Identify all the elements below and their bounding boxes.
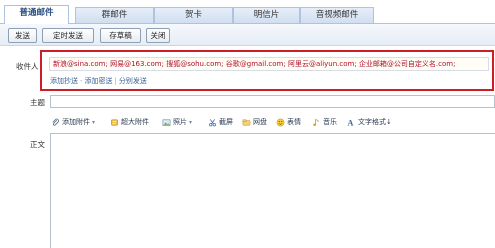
svg-text:A: A (347, 118, 353, 126)
tab-av-mail[interactable]: 音视频邮件 (300, 7, 374, 23)
tab-normal-mail[interactable]: 普通邮件 (4, 5, 69, 24)
close-button[interactable]: 关闭 (146, 28, 170, 43)
emoticon-button[interactable]: 表情 (276, 117, 301, 127)
subject-input[interactable] (50, 95, 495, 108)
tab-greeting-card[interactable]: 贺卡 (154, 7, 233, 23)
paperclip-icon (52, 118, 59, 126)
recipient-highlight-box: 新浪@sina.com; 网易@163.com; 搜狐@sohu.com; 谷歌… (40, 50, 494, 91)
editor-toolbar: 添加附件 ▾ 超大附件 照片 ▾ 截屏 网盘 表情 音乐 A 文字格式↓ (50, 115, 495, 131)
add-attachment-button[interactable]: 添加附件 ▾ (51, 117, 95, 127)
send-button[interactable]: 发送 (8, 28, 37, 43)
text-format-label: 文字格式↓ (358, 118, 392, 126)
separator: | (114, 77, 117, 85)
large-attachment-icon (111, 119, 118, 125)
separator: - (80, 77, 83, 85)
music-label: 音乐 (323, 118, 337, 126)
body-label: 正文 (30, 140, 45, 149)
emoticon-label: 表情 (287, 118, 301, 126)
recipient-input[interactable]: 新浪@sina.com; 网易@163.com; 搜狐@sohu.com; 谷歌… (49, 57, 489, 71)
save-draft-button[interactable]: 存草稿 (100, 28, 141, 43)
screenshot-button[interactable]: 截屏 (208, 117, 233, 127)
recipient-label: 收件人 (16, 62, 39, 71)
large-attachment-label: 超大附件 (121, 118, 149, 126)
recipient-options: 添加抄送 - 添加密送 | 分别发送 (50, 76, 147, 86)
music-button[interactable]: 音乐 (312, 117, 337, 127)
screenshot-label: 截屏 (219, 118, 233, 126)
compose-toolbar: 发送 定时发送 存草稿 关闭 (0, 24, 495, 46)
netdisk-icon (242, 119, 251, 125)
chevron-down-icon[interactable]: ▾ (92, 119, 95, 126)
smiley-icon (276, 118, 285, 126)
photo-icon (162, 119, 171, 126)
add-cc-link[interactable]: 添加抄送 (50, 77, 78, 85)
photo-label: 照片 (173, 118, 187, 126)
subject-label: 主题 (30, 98, 45, 107)
add-attachment-label: 添加附件 (62, 118, 90, 126)
chevron-down-icon[interactable]: ▾ (189, 119, 192, 126)
scheduled-send-button[interactable]: 定时发送 (42, 28, 94, 43)
text-format-icon: A (347, 118, 353, 126)
photo-button[interactable]: 照片 ▾ (162, 117, 192, 127)
netdisk-button[interactable]: 网盘 (242, 117, 267, 127)
send-separately-link[interactable]: 分别发送 (119, 77, 147, 85)
body-editor[interactable] (50, 133, 495, 248)
tab-postcard[interactable]: 明信片 (233, 7, 300, 23)
tab-group-mail[interactable]: 群邮件 (75, 7, 154, 23)
text-format-button[interactable]: A 文字格式↓ (347, 117, 392, 127)
large-attachment-button[interactable]: 超大附件 (110, 117, 149, 127)
scissors-icon (209, 118, 216, 126)
add-bcc-link[interactable]: 添加密送 (85, 77, 113, 85)
compose-type-tabs: 普通邮件 群邮件 贺卡 明信片 音视频邮件 (0, 0, 495, 24)
music-note-icon (313, 118, 319, 126)
netdisk-label: 网盘 (253, 118, 267, 126)
